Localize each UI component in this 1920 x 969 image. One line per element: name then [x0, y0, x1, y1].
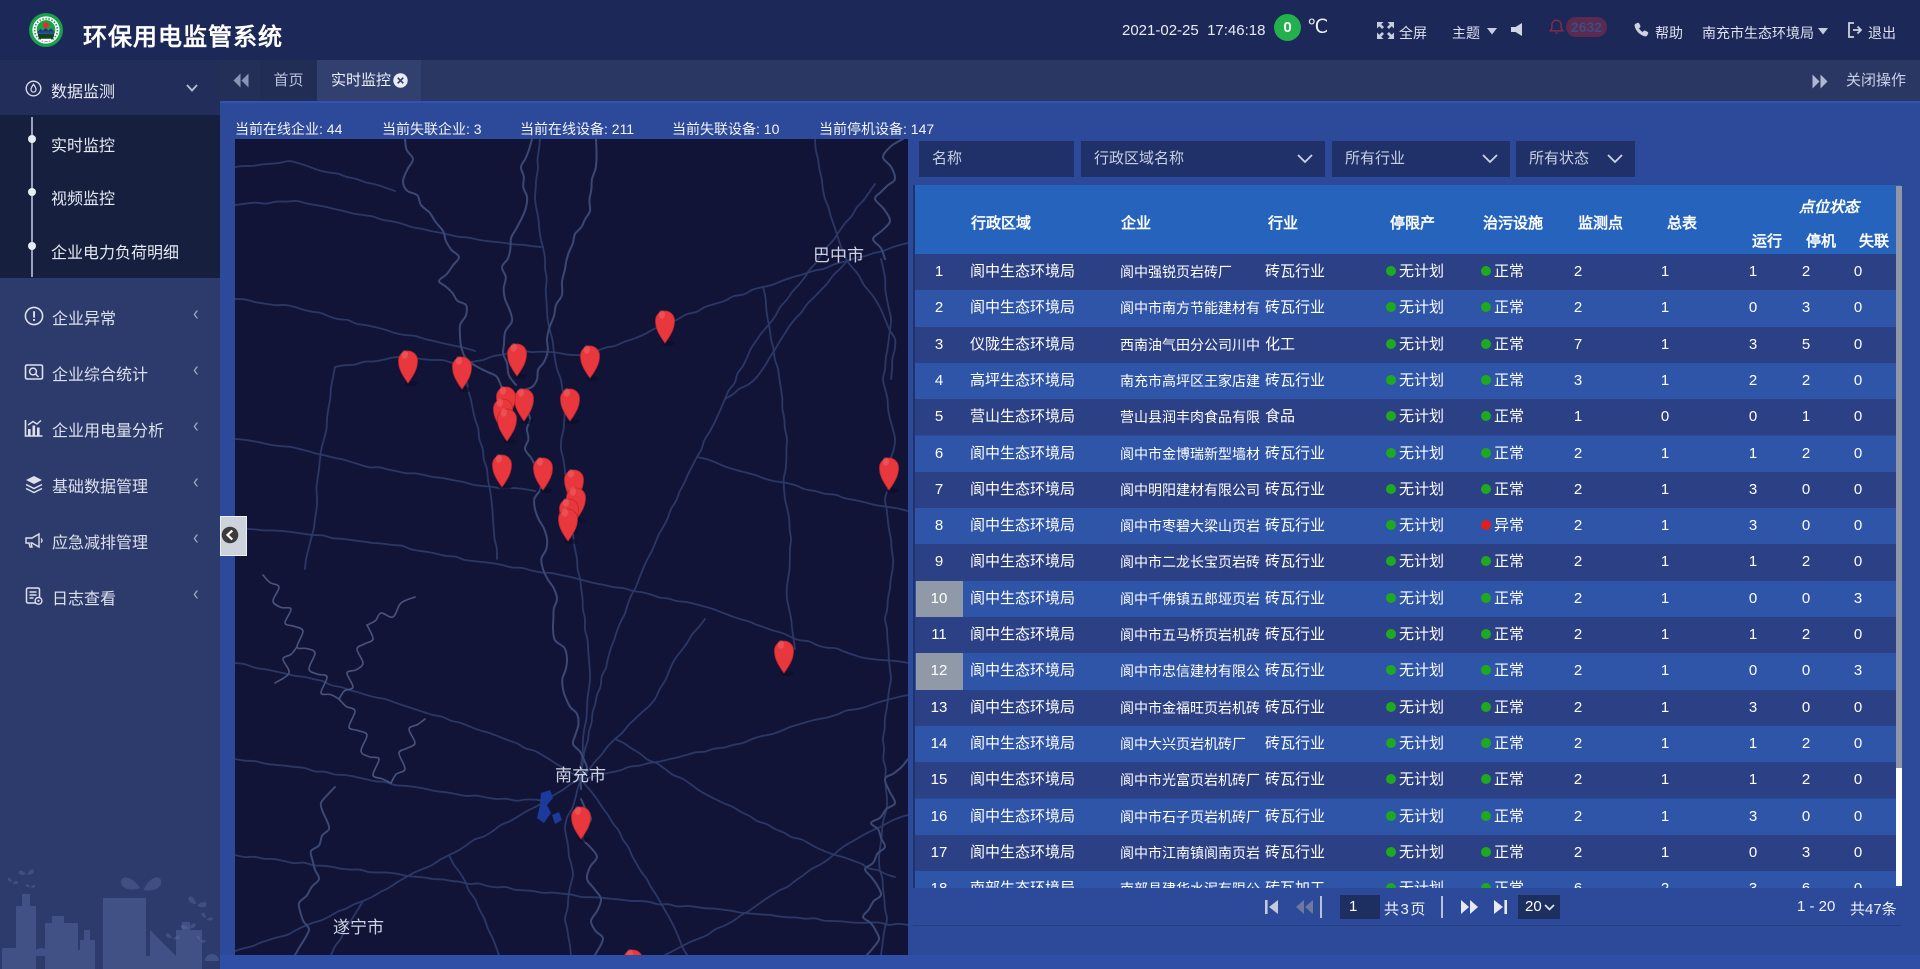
svg-text:南充市: 南充市 — [555, 766, 606, 785]
svg-text:巴中市: 巴中市 — [813, 246, 864, 265]
svg-text:遂宁市: 遂宁市 — [333, 918, 384, 937]
